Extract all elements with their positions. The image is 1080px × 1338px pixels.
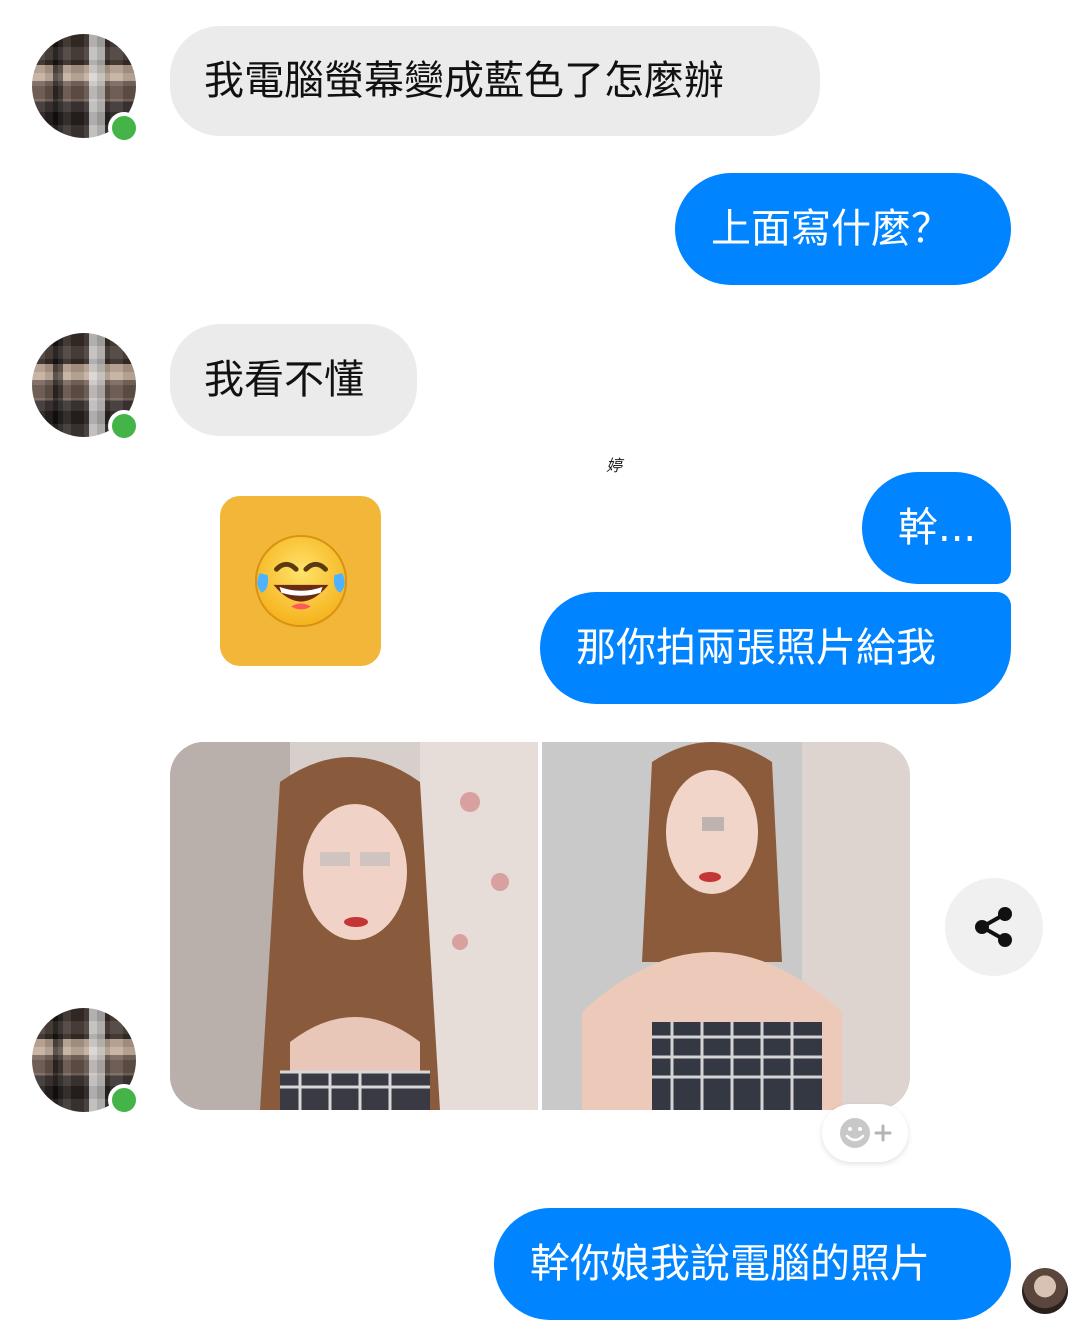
watermark-text: 婷	[606, 456, 623, 475]
message-bubble-outgoing[interactable]: 幹你娘我說電腦的照片	[494, 1208, 1011, 1320]
tears-of-joy-emoji-icon	[254, 534, 347, 628]
add-reaction-icon	[840, 1118, 892, 1148]
emoji-sticker-message[interactable]	[220, 496, 381, 666]
message-bubble-outgoing[interactable]: 幹...	[862, 472, 1011, 584]
share-icon	[975, 907, 1012, 947]
message-bubble-outgoing[interactable]: 那你拍兩張照片給我	[540, 592, 1011, 704]
share-button[interactable]	[945, 878, 1043, 976]
online-status-indicator	[108, 112, 140, 144]
message-bubble-incoming[interactable]: 我電腦螢幕變成藍色了怎麼辦	[170, 26, 820, 136]
read-receipt-avatar	[1022, 1268, 1068, 1314]
online-status-indicator	[108, 410, 140, 442]
photo-attachments	[170, 742, 910, 1110]
photo-attachment[interactable]	[542, 742, 910, 1110]
message-bubble-incoming[interactable]: 我看不懂	[170, 324, 417, 436]
online-status-indicator	[108, 1084, 140, 1116]
add-reaction-button[interactable]	[822, 1104, 908, 1162]
message-bubble-outgoing[interactable]: 上面寫什麼？	[675, 173, 1011, 285]
photo-attachment[interactable]	[170, 742, 538, 1110]
